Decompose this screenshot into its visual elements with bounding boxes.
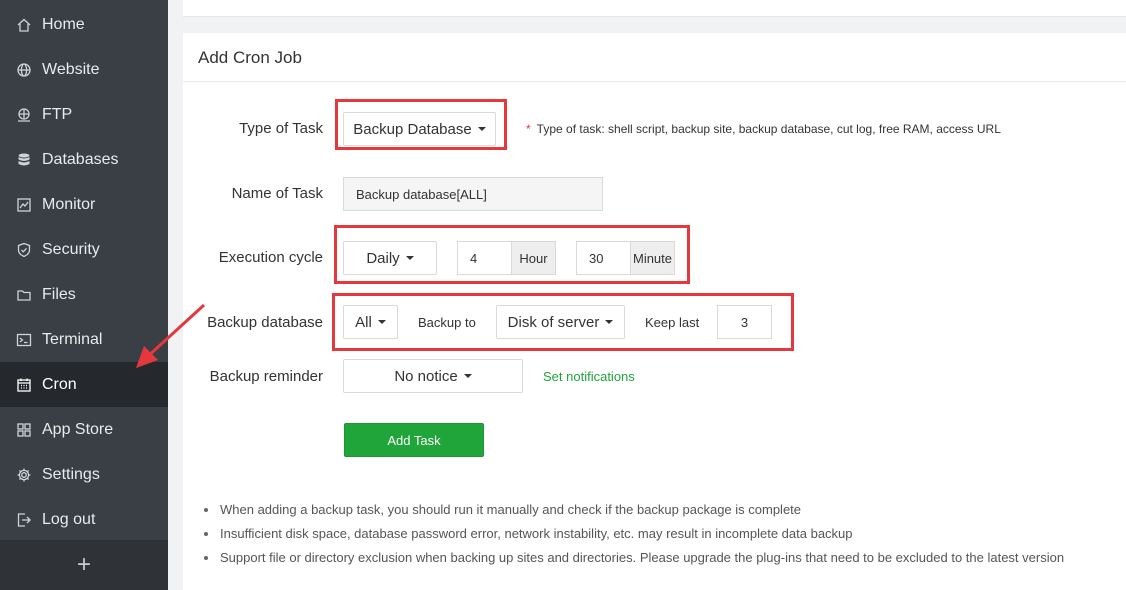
calendar-icon <box>15 376 33 394</box>
chevron-down-icon <box>463 374 472 378</box>
grid-icon <box>15 421 33 439</box>
sidebar-item-home[interactable]: Home <box>0 2 168 47</box>
sidebar-item-logout[interactable]: Log out <box>0 497 168 542</box>
name-of-task-label: Name of Task <box>231 185 323 202</box>
sidebar-item-website[interactable]: Website <box>0 47 168 92</box>
sidebar-item-ftp[interactable]: FTP <box>0 92 168 137</box>
add-task-button[interactable]: Add Task <box>344 423 484 457</box>
type-of-task-hint: * Type of task: shell script, backup site… <box>526 122 1001 136</box>
add-button[interactable]: + <box>0 540 168 590</box>
terminal-icon <box>15 331 33 349</box>
shield-icon <box>15 241 33 259</box>
highlight-box <box>335 99 507 150</box>
list-item: When adding a backup task, you should ru… <box>204 502 1064 526</box>
set-notifications-link[interactable]: Set notifications <box>543 369 635 384</box>
sidebar-item-security[interactable]: Security <box>0 227 168 272</box>
page-title: Add Cron Job <box>198 48 302 67</box>
sidebar-item-monitor[interactable]: Monitor <box>0 182 168 227</box>
annotation-arrow-icon <box>136 303 206 368</box>
database-icon <box>15 151 33 169</box>
sidebar: Home Website FTP Databases Monitor Secur… <box>0 0 168 590</box>
sidebar-item-databases[interactable]: Databases <box>0 137 168 182</box>
highlight-box <box>334 225 690 284</box>
sidebar-item-label: Security <box>42 240 100 258</box>
sidebar-item-label: Terminal <box>42 330 103 348</box>
divider <box>183 81 1126 82</box>
sidebar-item-label: App Store <box>42 420 114 438</box>
top-card <box>183 0 1126 17</box>
execution-cycle-label: Execution cycle <box>218 249 323 266</box>
sidebar-item-label: Settings <box>42 465 100 483</box>
backup-reminder-value: No notice <box>394 367 458 385</box>
globe-icon <box>15 61 33 79</box>
list-item: Insufficient disk space, database passwo… <box>204 526 1064 550</box>
sidebar-item-label: FTP <box>42 105 73 123</box>
home-icon <box>15 16 33 34</box>
sidebar-item-label: Monitor <box>42 195 96 213</box>
sidebar-item-app-store[interactable]: App Store <box>0 407 168 452</box>
type-of-task-label: Type of Task <box>239 120 323 137</box>
sidebar-item-label: Website <box>42 60 100 78</box>
list-item: Support file or directory exclusion when… <box>204 550 1064 574</box>
add-cron-job-panel: Add Cron Job Type of Task Backup Databas… <box>183 33 1126 590</box>
sidebar-item-label: Home <box>42 15 85 33</box>
notes-list: When adding a backup task, you should ru… <box>204 502 1064 574</box>
logout-icon <box>15 511 33 529</box>
ftp-icon <box>15 106 33 124</box>
sidebar-item-label: Log out <box>42 510 96 528</box>
gear-icon <box>15 466 33 484</box>
sidebar-item-settings[interactable]: Settings <box>0 452 168 497</box>
folder-icon <box>15 286 33 304</box>
sidebar-item-label: Databases <box>42 150 119 168</box>
sidebar-item-label: Files <box>42 285 76 303</box>
monitor-icon <box>15 196 33 214</box>
highlight-box <box>332 293 794 351</box>
backup-reminder-dropdown[interactable]: No notice <box>343 359 523 393</box>
sidebar-item-label: Cron <box>42 375 77 393</box>
name-of-task-input[interactable]: Backup database[ALL] <box>343 177 603 211</box>
